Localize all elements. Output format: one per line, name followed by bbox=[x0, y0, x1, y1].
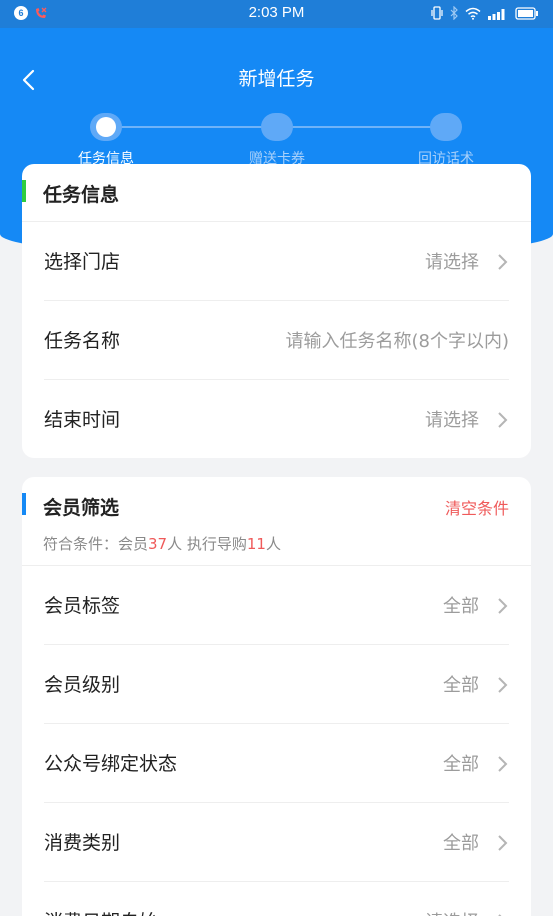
step-dot-coupons bbox=[261, 113, 293, 141]
row-value: 全部 bbox=[443, 754, 479, 775]
section-accent bbox=[22, 493, 26, 515]
consumption-date-row[interactable]: 消费日期自始 请选择 bbox=[44, 882, 509, 916]
row-label: 会员级别 bbox=[44, 674, 121, 696]
section-title: 任务信息 bbox=[43, 184, 120, 206]
row-label: 结束时间 bbox=[44, 409, 121, 431]
clear-conditions-link[interactable]: 清空条件 bbox=[445, 495, 509, 519]
task-name-input[interactable]: 请输入任务名称(8个字以内) bbox=[286, 327, 510, 353]
row-label: 选择门店 bbox=[44, 251, 121, 273]
section-accent bbox=[22, 180, 26, 202]
step-dot-task-info bbox=[90, 113, 122, 141]
status-right bbox=[431, 6, 539, 20]
criteria-suffix: 人 bbox=[265, 535, 281, 553]
chevron-right-icon bbox=[498, 254, 508, 270]
wifi-icon bbox=[465, 7, 481, 20]
member-tag-row[interactable]: 会员标签 全部 bbox=[44, 566, 509, 645]
page-title: 新增任务 bbox=[238, 68, 315, 90]
signal-icon bbox=[488, 8, 505, 20]
member-filter-header: 会员筛选 清空条件 符合条件：会员37人 执行导购11人 bbox=[22, 477, 531, 566]
row-value: 请选择 bbox=[425, 908, 479, 916]
row-label: 会员标签 bbox=[44, 595, 121, 617]
section-title: 会员筛选 bbox=[43, 497, 120, 519]
row-label: 消费日期自始 bbox=[44, 907, 158, 916]
member-level-row[interactable]: 会员级别 全部 bbox=[44, 645, 509, 724]
row-value: 全部 bbox=[443, 675, 479, 696]
store-select-row[interactable]: 选择门店 请选择 bbox=[44, 222, 509, 301]
wechat-binding-row[interactable]: 公众号绑定状态 全部 bbox=[44, 724, 509, 803]
row-label: 任务名称 bbox=[44, 330, 121, 352]
task-name-row[interactable]: 任务名称 请输入任务名称(8个字以内) bbox=[44, 301, 509, 380]
chevron-right-icon bbox=[498, 914, 502, 916]
vibrate-icon bbox=[431, 6, 443, 20]
step-connector-1 bbox=[120, 126, 265, 128]
member-filter-card: 会员筛选 清空条件 符合条件：会员37人 执行导购11人 会员标签 全部 会员级… bbox=[22, 477, 531, 916]
criteria-middle: 人 执行导购 bbox=[167, 535, 247, 553]
chevron-right-icon bbox=[498, 677, 508, 693]
member-count: 37 bbox=[148, 535, 168, 553]
chevron-right-icon bbox=[498, 835, 508, 851]
row-value: 请选择 bbox=[425, 410, 479, 431]
chevron-right-icon bbox=[498, 598, 508, 614]
battery-icon bbox=[515, 6, 538, 20]
step-connector-2 bbox=[290, 126, 435, 128]
chevron-right-icon bbox=[498, 412, 508, 428]
row-value: 全部 bbox=[443, 833, 479, 854]
criteria-summary: 符合条件：会员37人 执行导购11人 bbox=[43, 533, 281, 554]
step-dot-followup bbox=[430, 113, 462, 141]
chevron-right-icon bbox=[498, 756, 508, 772]
bluetooth-icon bbox=[450, 6, 458, 20]
criteria-prefix: 符合条件：会员 bbox=[43, 535, 149, 553]
end-time-row[interactable]: 结束时间 请选择 bbox=[44, 380, 509, 459]
task-info-card: 任务信息 选择门店 请选择 任务名称 请输入任务名称(8个字以内) 结束时间 请… bbox=[22, 164, 531, 458]
row-label: 消费类别 bbox=[44, 832, 121, 854]
guide-count: 11 bbox=[246, 535, 266, 553]
consumption-type-row[interactable]: 消费类别 全部 bbox=[44, 803, 509, 882]
task-info-header: 任务信息 bbox=[22, 164, 531, 222]
row-label: 公众号绑定状态 bbox=[44, 753, 178, 775]
row-value: 请选择 bbox=[425, 252, 479, 273]
status-bar: 6 2:03 PM bbox=[0, 0, 553, 28]
row-value: 全部 bbox=[443, 596, 479, 617]
